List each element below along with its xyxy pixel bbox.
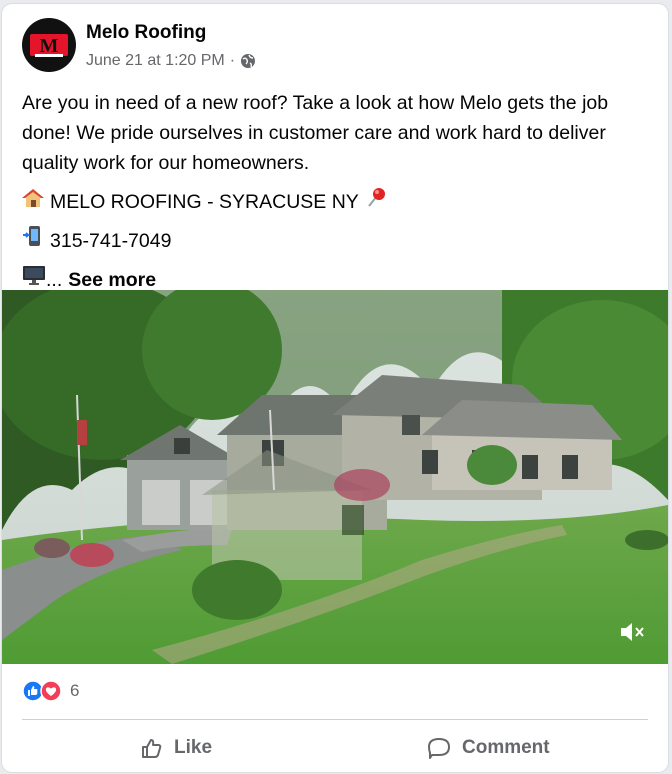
pin-icon [365, 186, 387, 217]
post-timestamp[interactable]: June 21 at 1:20 PM [86, 52, 225, 70]
melo-logo-icon: M [30, 34, 68, 57]
mute-icon[interactable] [618, 618, 646, 646]
phone-number[interactable]: 315-741-7049 [50, 226, 171, 256]
reaction-icons [22, 680, 62, 702]
location-text: MELO ROOFING - SYRACUSE NY [50, 190, 359, 213]
globe-icon [241, 54, 256, 68]
thumbs-up-icon [142, 739, 162, 758]
post-text: Are you in need of a new roof? Take a lo… [22, 92, 609, 174]
house-icon [22, 187, 44, 217]
reaction-count[interactable]: 6 [70, 681, 79, 701]
like-label: Like [174, 737, 213, 758]
location-line: MELO ROOFING - SYRACUSE NY [22, 186, 652, 217]
reaction-summary[interactable]: 6 [22, 680, 79, 702]
comment-label: Comment [462, 737, 550, 758]
video-frame [2, 290, 668, 664]
phone-line: 315-741-7049 [22, 225, 652, 256]
action-divider [22, 719, 648, 720]
svg-text:M: M [40, 35, 59, 57]
post-body: Are you in need of a new roof? Take a lo… [22, 88, 652, 295]
post-card: M Melo Roofing June 21 at 1:20 PM · Are … [2, 4, 668, 772]
like-button[interactable]: Like [140, 732, 212, 764]
post-header: M Melo Roofing June 21 at 1:20 PM · [22, 18, 642, 78]
post-meta: June 21 at 1:20 PM · [86, 52, 256, 70]
comment-icon [428, 738, 450, 759]
meta-separator: · [229, 52, 236, 69]
phone-icon [22, 225, 44, 256]
page-name[interactable]: Melo Roofing [86, 22, 206, 44]
video-player[interactable] [2, 290, 668, 664]
avatar[interactable]: M [22, 18, 76, 72]
comment-button[interactable]: Comment [426, 732, 550, 764]
love-reaction-icon [40, 680, 62, 702]
